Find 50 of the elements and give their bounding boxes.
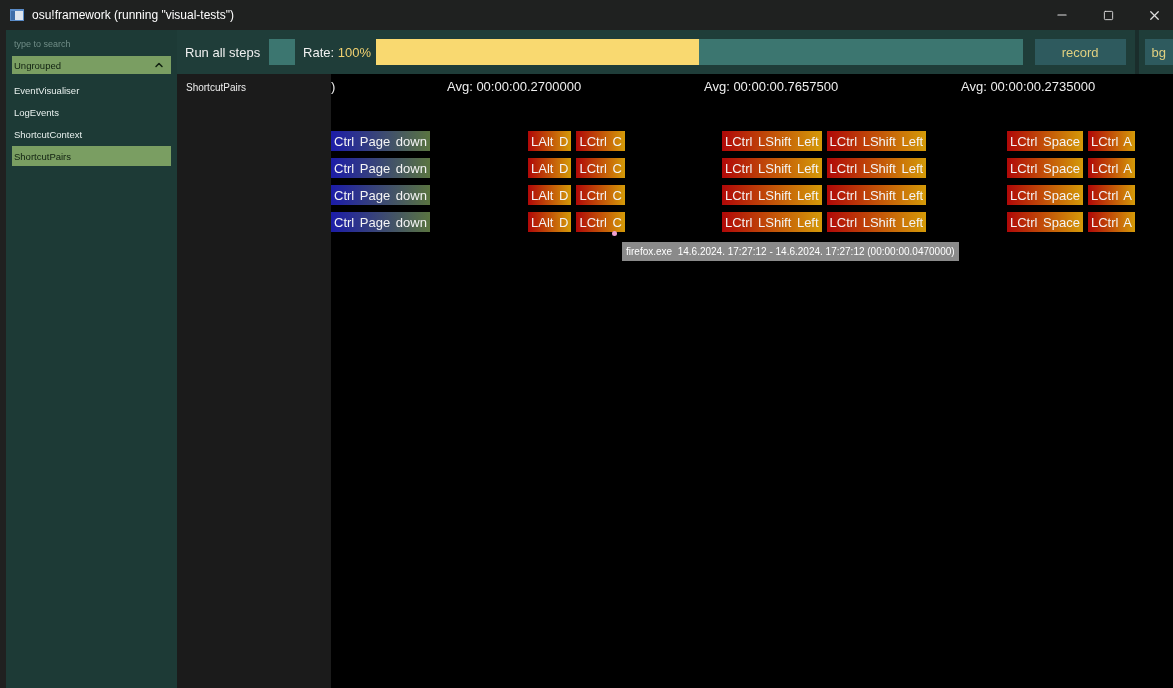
- key-combo-chip[interactable]: LCtrl LShift Left: [722, 185, 822, 205]
- key-combo-chip[interactable]: Ctrl Page down: [331, 185, 430, 205]
- key-combo-chip[interactable]: LCtrl C: [576, 185, 625, 205]
- key-combo-chip[interactable]: LCtrl C: [576, 131, 625, 151]
- test-item[interactable]: ShortcutPairs: [12, 146, 171, 166]
- average-time: Avg: 00:00:00.2735000: [961, 78, 1097, 94]
- key-combo-chip[interactable]: LCtrl LShift Left: [722, 158, 822, 178]
- key-combo-chip[interactable]: LCtrl A: [1087, 131, 1135, 151]
- run-all-steps-label: Run all steps: [185, 44, 261, 60]
- key-combo-chip[interactable]: LAlt D: [528, 185, 572, 205]
- key-combo-chip[interactable]: LCtrl A: [1087, 212, 1135, 232]
- run-all-steps-toggle[interactable]: [269, 39, 296, 65]
- key-combo-chip[interactable]: Ctrl Page down: [331, 131, 430, 151]
- key-combo-chip[interactable]: LAlt D: [528, 158, 572, 178]
- key-combo-chip[interactable]: LCtrl C: [576, 212, 625, 232]
- rate-slider[interactable]: [376, 39, 1023, 65]
- key-combo-chip[interactable]: LCtrl Space: [1007, 212, 1083, 232]
- scene-item[interactable]: ShortcutPairs: [186, 82, 322, 93]
- app-icon: [10, 9, 24, 21]
- key-combo-chip[interactable]: LCtrl LShift Left: [826, 131, 927, 151]
- average-time: Avg: 00:00:00.7657500: [704, 78, 840, 94]
- search-field[interactable]: type to search: [12, 36, 171, 52]
- average-time: ): [331, 78, 337, 94]
- window-title: osu!framework (running "visual-tests"): [32, 8, 235, 22]
- test-item[interactable]: LogEvents: [12, 102, 171, 122]
- key-combo-chip[interactable]: LCtrl Space: [1007, 158, 1083, 178]
- key-combo-chip[interactable]: LCtrl LShift Left: [826, 158, 927, 178]
- cursor-icon: [612, 231, 617, 236]
- key-combo-chip[interactable]: LAlt D: [528, 212, 572, 232]
- key-combo-chip[interactable]: LCtrl Space: [1007, 131, 1083, 151]
- maximize-icon[interactable]: [1102, 9, 1114, 21]
- group-header[interactable]: Ungrouped: [12, 56, 171, 74]
- key-combo-chip[interactable]: LCtrl LShift Left: [826, 185, 927, 205]
- average-time: Avg: 00:00:00.2700000: [447, 78, 583, 94]
- record-button[interactable]: record: [1034, 39, 1126, 65]
- key-combo-chip[interactable]: Ctrl Page down: [331, 212, 430, 232]
- test-item[interactable]: EventVisualiser: [12, 80, 171, 100]
- key-combo-chip[interactable]: LAlt D: [528, 131, 572, 151]
- key-combo-chip[interactable]: LCtrl LShift Left: [722, 131, 822, 151]
- tooltip: firefox.exe 14.6.2024. 17:27:12 - 14.6.2024. 17:27:12 (00:00:00.0470000): [622, 242, 959, 261]
- key-combo-chip[interactable]: Ctrl Page down: [331, 158, 430, 178]
- key-combo-chip[interactable]: LCtrl A: [1087, 158, 1135, 178]
- key-combo-chip[interactable]: LCtrl A: [1087, 185, 1135, 205]
- bg-button[interactable]: bg: [1144, 39, 1173, 65]
- key-combo-chip[interactable]: LCtrl LShift Left: [826, 212, 927, 232]
- rate-label: Rate: 100%: [303, 44, 371, 60]
- key-combo-chip[interactable]: LCtrl Space: [1007, 185, 1083, 205]
- key-combo-chip[interactable]: LCtrl C: [576, 158, 625, 178]
- key-combo-chip[interactable]: LCtrl LShift Left: [722, 212, 822, 232]
- test-item[interactable]: ShortcutContext: [12, 124, 171, 144]
